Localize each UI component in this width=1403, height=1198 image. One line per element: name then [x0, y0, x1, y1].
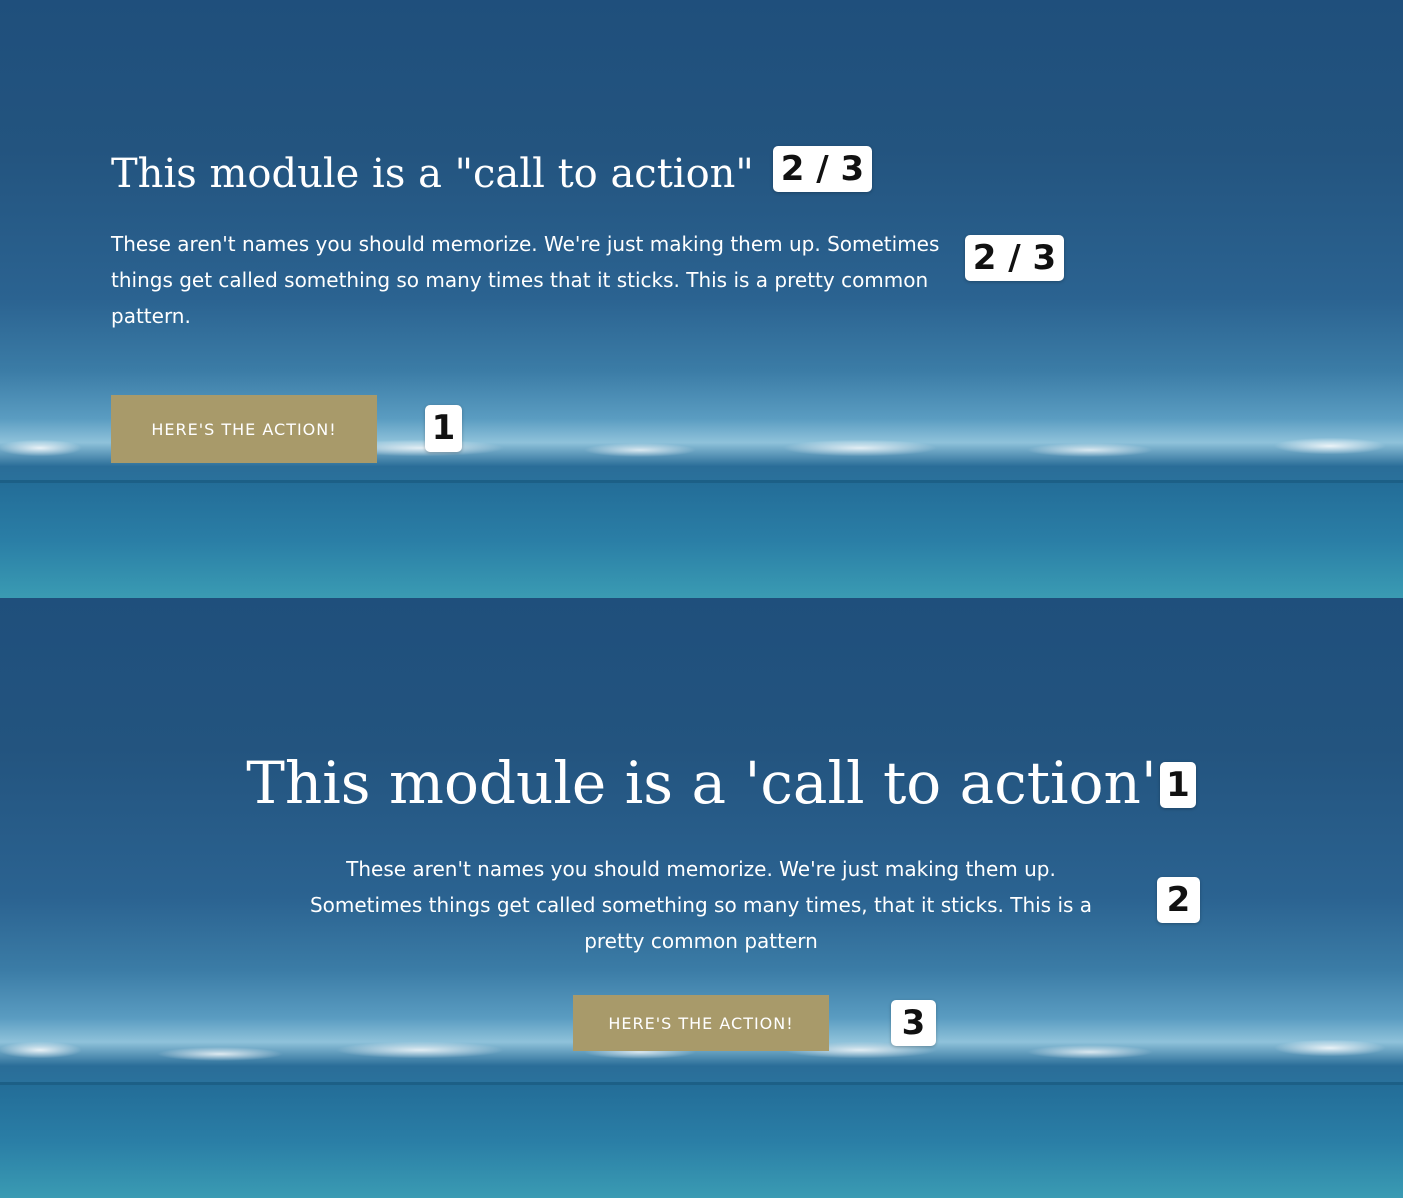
cta-module-top: This module is a "call to action" These …: [0, 0, 1403, 598]
cta-body-text: These aren't names you should memorize. …: [309, 857, 1093, 953]
cta-title: This module is a "call to action": [111, 151, 754, 197]
priority-badge-body: 2: [1157, 877, 1200, 923]
cta-body-text: These aren't names you should memorize. …: [111, 232, 940, 328]
priority-badge-button: 3: [891, 1000, 936, 1046]
priority-badge-title: 2 / 3: [773, 146, 872, 192]
cta-button[interactable]: HERE'S THE ACTION!: [573, 995, 829, 1051]
priority-badge-button: 1: [425, 405, 462, 452]
priority-badge-title: 1: [1160, 762, 1196, 808]
sea-background: [0, 1085, 1403, 1198]
priority-badge-body: 2 / 3: [965, 235, 1064, 281]
sea-background: [0, 483, 1403, 598]
cta-module-bottom: This module is a 'call to action' These …: [0, 598, 1403, 1198]
cta-button[interactable]: HERE'S THE ACTION!: [111, 395, 377, 463]
